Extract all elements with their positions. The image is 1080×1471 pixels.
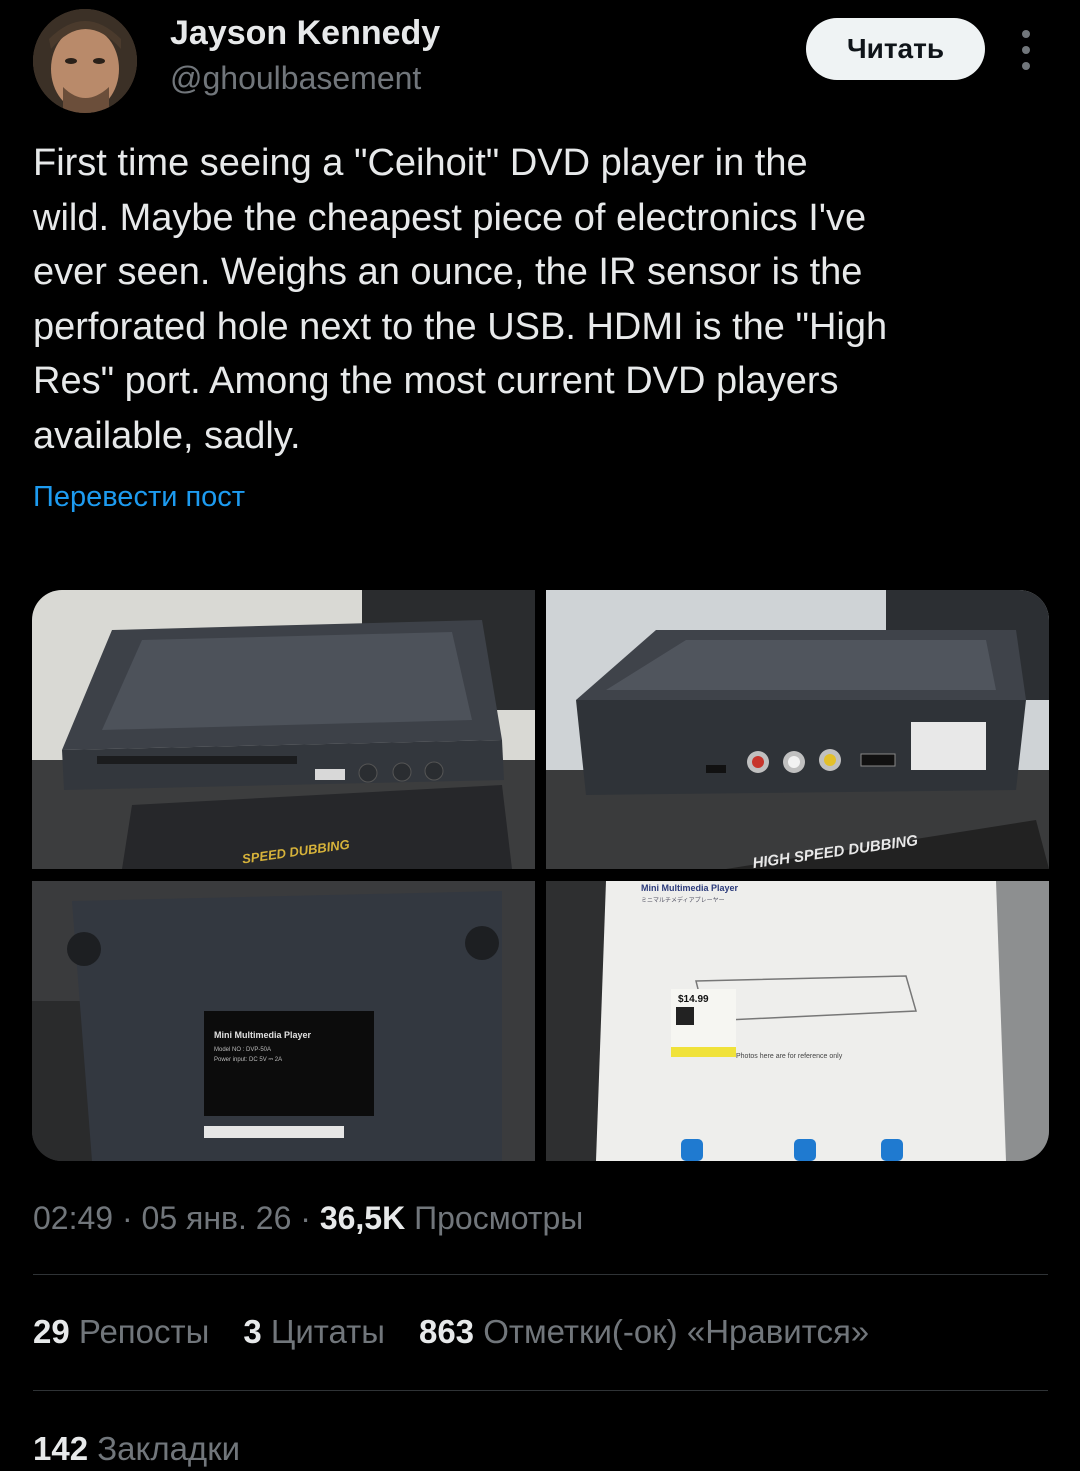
likes-label: Отметки(-ок) «Нравится» xyxy=(483,1313,870,1350)
media-image-4[interactable]: Mini Multimedia Player ミニマルチメディアプレーヤー $1… xyxy=(546,881,1049,1161)
img3-label-line-2: Power input: DC 5V ⎓ 2A xyxy=(214,1057,282,1063)
views-label: Просмотры xyxy=(414,1200,584,1236)
media-grid: SPEED DUBBING HIGH SPEED DUBBING Mini Mu… xyxy=(32,590,1049,1161)
img4-disclaimer: Photos here are for reference only xyxy=(736,1053,843,1060)
engagement-stats: 29 Репосты 3 Цитаты 863 Отметки(-ок) «Нр… xyxy=(33,1313,869,1351)
meta-separator: · xyxy=(121,1200,133,1236)
author-name[interactable]: Jayson Kennedy xyxy=(170,14,440,53)
img3-label-title: Mini Multimedia Player xyxy=(214,1030,312,1040)
img4-box-title: Mini Multimedia Player xyxy=(641,883,739,893)
bookmarks-stat[interactable]: 142 Закладки xyxy=(33,1430,240,1468)
divider xyxy=(33,1390,1048,1391)
bookmarks-label: Закладки xyxy=(97,1430,241,1467)
avatar-image xyxy=(33,9,137,113)
quotes-stat[interactable]: 3 Цитаты xyxy=(243,1313,385,1351)
translate-post-link[interactable]: Перевести пост xyxy=(33,481,245,514)
likes-stat[interactable]: 863 Отметки(-ок) «Нравится» xyxy=(419,1313,869,1351)
tweet-date[interactable]: 05 янв. 26 xyxy=(142,1200,292,1236)
author-handle[interactable]: @ghoulbasement xyxy=(170,60,421,97)
tweet-time[interactable]: 02:49 xyxy=(33,1200,113,1236)
img4-box-subtitle: ミニマルチメディアプレーヤー xyxy=(641,896,725,904)
reposts-label: Репосты xyxy=(78,1313,210,1350)
media-image-2[interactable]: HIGH SPEED DUBBING xyxy=(546,590,1049,869)
img4-price-tag: $14.99 xyxy=(678,994,709,1005)
reposts-stat[interactable]: 29 Репосты xyxy=(33,1313,209,1351)
quotes-count: 3 xyxy=(243,1313,262,1350)
media-image-3[interactable]: Mini Multimedia Player Model NO : DVP-50… xyxy=(32,881,535,1161)
more-options-icon[interactable] xyxy=(1014,30,1038,70)
tweet-meta: 02:49 · 05 янв. 26 · 36,5K Просмотры xyxy=(33,1200,583,1237)
meta-separator: · xyxy=(300,1200,311,1236)
tweet-text: First time seeing a "Ceihoit" DVD player… xyxy=(33,142,888,457)
likes-count: 863 xyxy=(418,1313,475,1350)
views-count: 36,5K xyxy=(319,1200,406,1236)
quotes-label: Цитаты xyxy=(270,1313,385,1350)
follow-button[interactable]: Читать xyxy=(806,18,985,80)
img3-label-line-1: Model NO : DVP-50A xyxy=(214,1047,271,1053)
media-image-1[interactable]: SPEED DUBBING xyxy=(32,590,535,869)
bookmarks-count: 142 xyxy=(33,1430,89,1467)
reposts-count: 29 xyxy=(33,1313,70,1350)
divider xyxy=(33,1274,1048,1275)
author-avatar[interactable] xyxy=(33,9,137,113)
